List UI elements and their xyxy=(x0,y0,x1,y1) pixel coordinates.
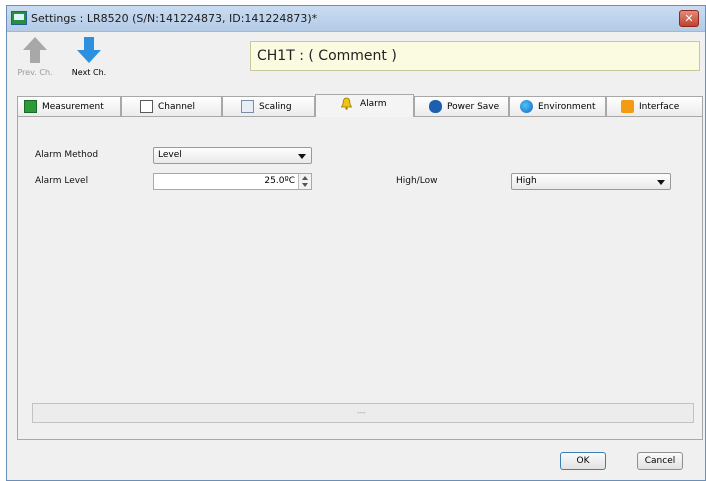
chevron-down-icon xyxy=(298,154,306,159)
next-channel-button[interactable]: Next Ch. xyxy=(69,36,109,84)
measurement-icon xyxy=(24,100,37,113)
prev-channel-label: Prev. Ch. xyxy=(17,68,53,77)
bluetooth-icon xyxy=(429,100,442,113)
status-text: --- xyxy=(357,408,366,417)
ok-button[interactable]: OK xyxy=(560,452,606,470)
alarm-level-label: Alarm Level xyxy=(35,176,89,186)
tab-measurement[interactable]: Measurement xyxy=(17,96,121,116)
tab-scaling[interactable]: Scaling xyxy=(222,96,315,116)
tab-label: Power Save xyxy=(447,102,500,112)
alarm-level-spinner[interactable] xyxy=(298,174,311,189)
bell-icon xyxy=(340,97,353,110)
tab-environment[interactable]: Environment xyxy=(509,96,606,116)
chevron-down-icon xyxy=(657,180,665,185)
tab-channel[interactable]: Channel xyxy=(121,96,222,116)
settings-tabs: Measurement Channel Scaling Alarm Power … xyxy=(17,94,703,117)
scaling-icon xyxy=(241,100,254,113)
next-channel-label: Next Ch. xyxy=(71,68,107,77)
title-bar[interactable]: Settings : LR8520 (S/N:141224873, ID:141… xyxy=(7,6,705,32)
tab-alarm[interactable]: Alarm xyxy=(315,94,414,117)
tab-label: Scaling xyxy=(259,102,292,112)
alarm-method-label: Alarm Method xyxy=(35,150,99,160)
channel-comment: CH1T : ( Comment ) xyxy=(250,41,700,71)
high-low-label: High/Low xyxy=(396,176,438,186)
window-title: Settings : LR8520 (S/N:141224873, ID:141… xyxy=(31,12,318,25)
tab-label: Interface xyxy=(639,102,680,112)
alarm-method-select[interactable]: Level xyxy=(153,147,312,164)
alarm-level-value: 25.0ºC xyxy=(264,176,295,186)
tab-label: Alarm xyxy=(360,99,387,109)
down-arrow-icon xyxy=(77,37,101,63)
settings-window: Settings : LR8520 (S/N:141224873, ID:141… xyxy=(6,5,706,481)
prev-channel-button[interactable]: Prev. Ch. xyxy=(15,36,55,84)
globe-icon xyxy=(520,100,533,113)
close-button[interactable]: ✕ xyxy=(679,10,699,27)
tab-label: Environment xyxy=(538,102,596,112)
cancel-button[interactable]: Cancel xyxy=(637,452,683,470)
tab-label: Channel xyxy=(158,102,195,112)
tab-label: Measurement xyxy=(42,102,104,112)
status-bar: --- xyxy=(32,403,694,423)
rss-icon xyxy=(621,100,634,113)
channel-icon xyxy=(140,100,153,113)
high-low-select[interactable]: High xyxy=(511,173,671,190)
high-low-value: High xyxy=(516,176,537,186)
spin-up-icon[interactable] xyxy=(302,176,308,180)
up-arrow-icon xyxy=(23,37,47,63)
tab-power-save[interactable]: Power Save xyxy=(414,96,509,116)
tab-interface[interactable]: Interface xyxy=(606,96,703,116)
alarm-panel: Alarm Method Level Alarm Level 25.0ºC Hi… xyxy=(17,116,703,440)
alarm-method-value: Level xyxy=(158,150,182,160)
spin-down-icon[interactable] xyxy=(302,183,308,187)
alarm-level-field[interactable]: 25.0ºC xyxy=(153,173,312,190)
channel-comment-text: CH1T : ( Comment ) xyxy=(257,48,397,64)
app-icon xyxy=(11,11,27,25)
